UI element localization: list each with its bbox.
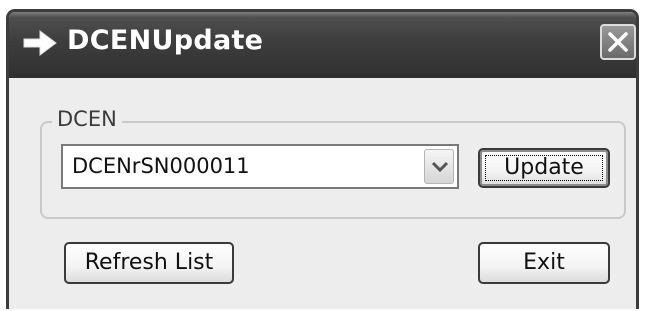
exit-button[interactable]: Exit	[478, 242, 610, 284]
window-title: DCENUpdate	[67, 25, 264, 56]
dialog-body: DCEN DCENrSN000011 Update Refresh List E…	[9, 78, 636, 309]
close-button[interactable]	[600, 24, 636, 60]
dcenupdate-window: DCENUpdate DCEN DCENrSN000011 Update Ref…	[6, 9, 639, 309]
exit-button-label: Exit	[523, 250, 565, 275]
refresh-list-button[interactable]: Refresh List	[64, 242, 234, 284]
dcen-select-value: DCENrSN000011	[72, 154, 250, 178]
refresh-list-button-label: Refresh List	[84, 250, 214, 275]
title-bar[interactable]: DCENUpdate	[9, 12, 636, 78]
focus-rectangle	[485, 155, 603, 181]
dcen-select[interactable]: DCENrSN000011	[61, 144, 459, 189]
close-icon	[608, 32, 628, 52]
dcen-select-dropdown-button[interactable]	[424, 149, 454, 184]
chevron-down-icon	[431, 161, 449, 173]
arrow-right-icon	[23, 30, 57, 56]
update-button[interactable]: Update	[478, 148, 610, 188]
dcen-group-label: DCEN	[52, 106, 122, 132]
